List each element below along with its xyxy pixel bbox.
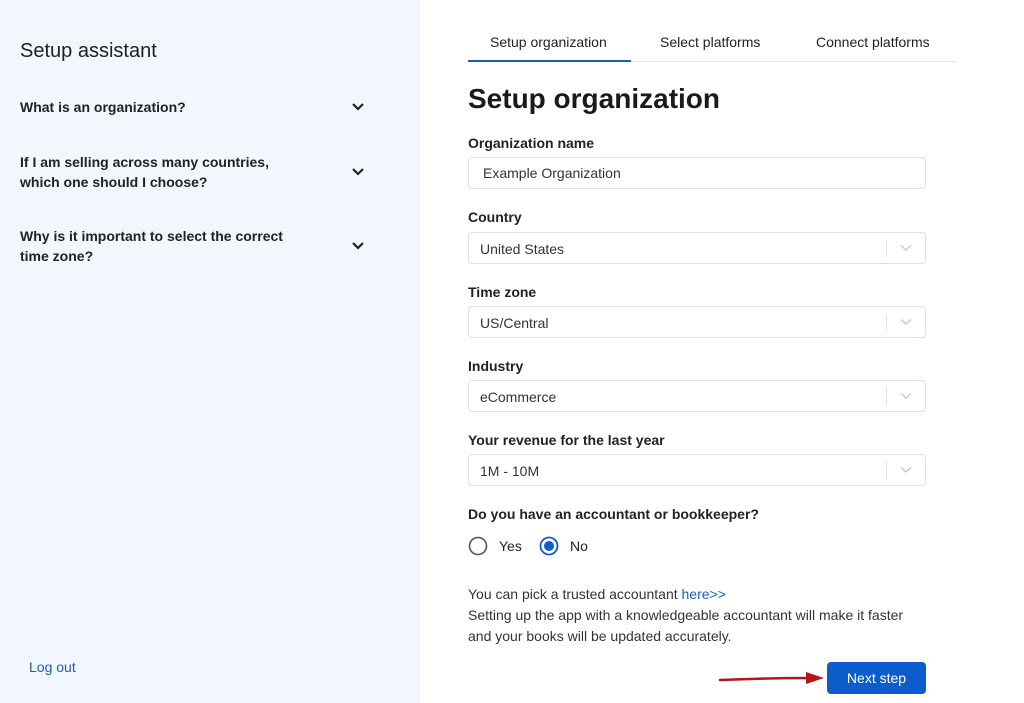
tab-select-platforms[interactable]: Select platforms	[660, 34, 760, 50]
industry-value: eCommerce	[480, 389, 557, 405]
tab-setup-organization[interactable]: Setup organization	[490, 34, 607, 50]
info-prefix: You can pick a trusted accountant	[468, 586, 682, 602]
chevron-down-icon	[900, 318, 912, 326]
accountant-info: You can pick a trusted accountant here>>…	[468, 584, 928, 647]
radio-yes[interactable]	[468, 536, 488, 556]
chevron-down-icon	[900, 466, 912, 474]
faq-item-time-zone[interactable]: Why is it important to select the correc…	[20, 226, 365, 266]
info-line-1: You can pick a trusted accountant here>>	[468, 584, 928, 605]
accountant-link[interactable]: here>>	[682, 586, 726, 602]
faq-question: If I am selling across many countries, w…	[20, 154, 269, 190]
chevron-down-icon	[900, 244, 912, 252]
revenue-select[interactable]: 1M - 10M	[468, 454, 926, 486]
organization-name-label: Organization name	[468, 135, 595, 151]
time-zone-select[interactable]: US/Central	[468, 306, 926, 338]
select-divider	[886, 388, 887, 405]
select-divider	[886, 314, 887, 331]
red-arrow-icon	[718, 672, 824, 684]
revenue-label: Your revenue for the last year	[468, 432, 665, 448]
setup-assistant-sidebar: Setup assistant What is an organization?…	[0, 0, 420, 703]
logout-link[interactable]: Log out	[29, 659, 76, 675]
select-divider	[886, 240, 887, 257]
faq-item-countries[interactable]: If I am selling across many countries, w…	[20, 152, 365, 192]
industry-label: Industry	[468, 358, 524, 374]
faq-item-organization[interactable]: What is an organization?	[20, 97, 365, 117]
time-zone-label: Time zone	[468, 284, 537, 300]
setup-steps-tabs: Setup organization Select platforms Conn…	[468, 0, 956, 62]
faq-question: Why is it important to select the correc…	[20, 228, 283, 264]
faq-question: What is an organization?	[20, 99, 186, 115]
country-value: United States	[480, 241, 565, 257]
active-tab-indicator	[468, 60, 631, 62]
chevron-down-icon	[352, 242, 364, 250]
country-label: Country	[468, 209, 522, 225]
next-step-button[interactable]: Next step	[827, 662, 926, 694]
revenue-value: 1M - 10M	[480, 463, 540, 479]
industry-select[interactable]: eCommerce	[468, 380, 926, 412]
country-select[interactable]: United States	[468, 232, 926, 264]
organization-name-input[interactable]	[468, 157, 926, 189]
time-zone-value: US/Central	[480, 315, 549, 331]
radio-no[interactable]	[539, 536, 559, 556]
chevron-down-icon	[900, 392, 912, 400]
select-divider	[886, 462, 887, 479]
page-title: Setup organization	[468, 83, 720, 114]
accountant-question: Do you have an accountant or bookkeeper?	[468, 506, 759, 522]
tab-connect-platforms[interactable]: Connect platforms	[816, 34, 930, 50]
chevron-down-icon	[352, 168, 364, 176]
radio-no-label: No	[570, 538, 588, 554]
chevron-down-icon	[352, 103, 364, 111]
info-line-2: Setting up the app with a knowledgeable …	[468, 607, 904, 644]
radio-yes-label: Yes	[499, 538, 522, 554]
sidebar-title: Setup assistant	[20, 40, 157, 62]
